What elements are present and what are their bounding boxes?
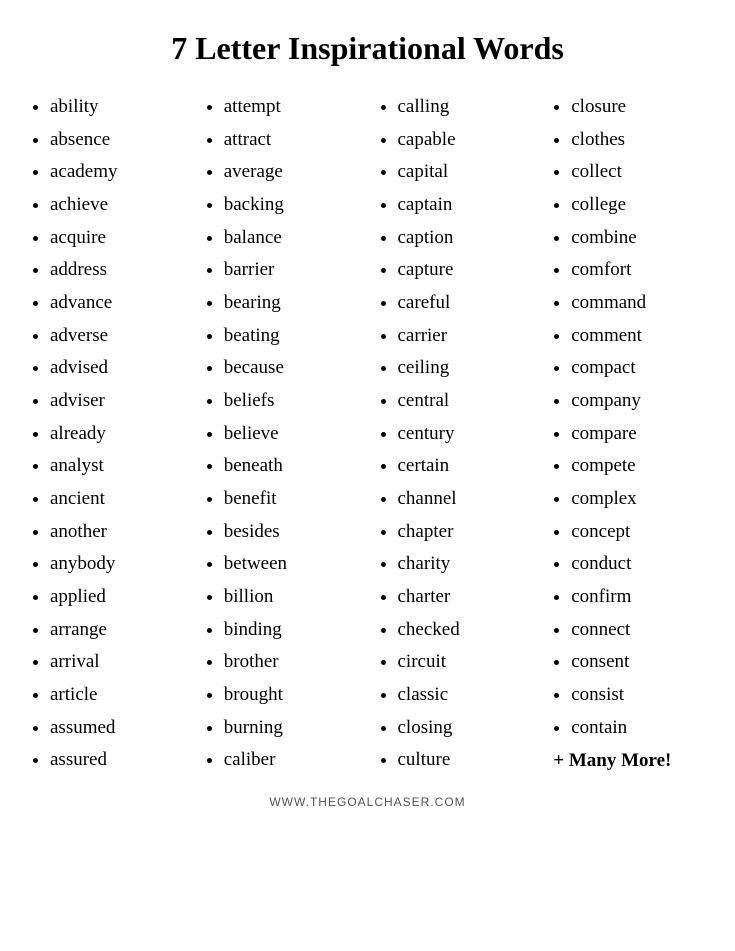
word-list-2: attemptattractaveragebackingbalancebarri… [202, 91, 360, 777]
list-item: compare [571, 418, 707, 451]
list-item: captain [398, 189, 534, 222]
list-item: acquire [50, 222, 186, 255]
list-item: article [50, 679, 186, 712]
list-item: company [571, 385, 707, 418]
list-item: assured [50, 744, 186, 777]
list-item: anybody [50, 548, 186, 581]
list-item: academy [50, 156, 186, 189]
list-item: burning [224, 712, 360, 745]
list-item: because [224, 352, 360, 385]
list-item: adverse [50, 320, 186, 353]
list-item: charity [398, 548, 534, 581]
list-item: beneath [224, 450, 360, 483]
list-item: concept [571, 516, 707, 549]
list-item: beating [224, 320, 360, 353]
list-item: brought [224, 679, 360, 712]
list-item: brother [224, 646, 360, 679]
list-item: compact [571, 352, 707, 385]
list-item: attempt [224, 91, 360, 124]
list-item: closure [571, 91, 707, 124]
list-item: college [571, 189, 707, 222]
list-item: chapter [398, 516, 534, 549]
list-item: believe [224, 418, 360, 451]
list-item: ancient [50, 483, 186, 516]
column-2: attemptattractaveragebackingbalancebarri… [194, 91, 368, 777]
list-item: central [398, 385, 534, 418]
list-item: attract [224, 124, 360, 157]
list-item: address [50, 254, 186, 287]
list-item: calling [398, 91, 534, 124]
word-grid: abilityabsenceacademyachieveacquireaddre… [20, 91, 715, 777]
list-item: command [571, 287, 707, 320]
list-item: adviser [50, 385, 186, 418]
list-item: charter [398, 581, 534, 614]
list-item: achieve [50, 189, 186, 222]
list-item: comfort [571, 254, 707, 287]
list-item: beliefs [224, 385, 360, 418]
list-item: capable [398, 124, 534, 157]
list-item: capital [398, 156, 534, 189]
more-label: + Many More! [549, 750, 707, 772]
list-item: complex [571, 483, 707, 516]
list-item: billion [224, 581, 360, 614]
list-item: clothes [571, 124, 707, 157]
list-item: consent [571, 646, 707, 679]
footer-url: www.thegoalchaser.com [269, 795, 465, 809]
list-item: consist [571, 679, 707, 712]
list-item: caption [398, 222, 534, 255]
list-item: advised [50, 352, 186, 385]
list-item: confirm [571, 581, 707, 614]
list-item: closing [398, 712, 534, 745]
list-item: analyst [50, 450, 186, 483]
column-3: callingcapablecapitalcaptaincaptioncaptu… [368, 91, 542, 777]
list-item: collect [571, 156, 707, 189]
list-item: ability [50, 91, 186, 124]
list-item: comment [571, 320, 707, 353]
list-item: advance [50, 287, 186, 320]
list-item: another [50, 516, 186, 549]
list-item: certain [398, 450, 534, 483]
list-item: average [224, 156, 360, 189]
list-item: bearing [224, 287, 360, 320]
column-4: closureclothescollectcollegecombinecomfo… [541, 91, 715, 777]
list-item: assumed [50, 712, 186, 745]
word-list-1: abilityabsenceacademyachieveacquireaddre… [28, 91, 186, 777]
list-item: century [398, 418, 534, 451]
column-1: abilityabsenceacademyachieveacquireaddre… [20, 91, 194, 777]
list-item: compete [571, 450, 707, 483]
list-item: benefit [224, 483, 360, 516]
list-item: binding [224, 614, 360, 647]
list-item: conduct [571, 548, 707, 581]
list-item: besides [224, 516, 360, 549]
page-title: 7 Letter Inspirational Words [171, 30, 564, 67]
list-item: barrier [224, 254, 360, 287]
list-item: contain [571, 712, 707, 745]
list-item: channel [398, 483, 534, 516]
list-item: circuit [398, 646, 534, 679]
list-item: combine [571, 222, 707, 255]
list-item: caliber [224, 744, 360, 777]
list-item: capture [398, 254, 534, 287]
list-item: ceiling [398, 352, 534, 385]
list-item: classic [398, 679, 534, 712]
list-item: arrival [50, 646, 186, 679]
list-item: absence [50, 124, 186, 157]
word-list-4: closureclothescollectcollegecombinecomfo… [549, 91, 707, 744]
list-item: careful [398, 287, 534, 320]
list-item: balance [224, 222, 360, 255]
list-item: connect [571, 614, 707, 647]
list-item: culture [398, 744, 534, 777]
list-item: backing [224, 189, 360, 222]
word-list-3: callingcapablecapitalcaptaincaptioncaptu… [376, 91, 534, 777]
list-item: applied [50, 581, 186, 614]
list-item: between [224, 548, 360, 581]
list-item: arrange [50, 614, 186, 647]
list-item: checked [398, 614, 534, 647]
list-item: carrier [398, 320, 534, 353]
list-item: already [50, 418, 186, 451]
